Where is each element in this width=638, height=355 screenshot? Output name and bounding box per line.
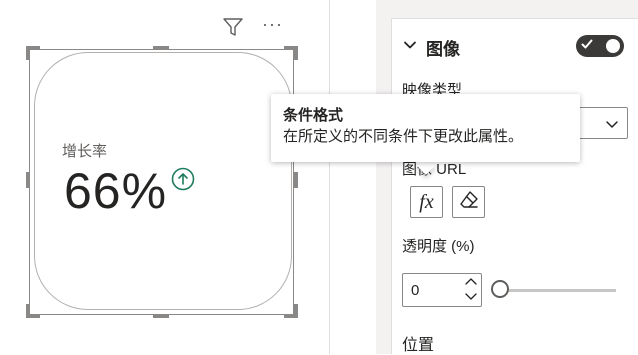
spin-down-icon — [465, 293, 477, 300]
position-label: 位置 — [402, 337, 435, 354]
transparency-slider-track[interactable] — [502, 289, 616, 292]
kpi-label: 增长率 — [62, 143, 108, 160]
section-header-image[interactable]: 图像 — [402, 35, 460, 60]
arrow-up-circle-icon — [171, 167, 195, 191]
resize-handle-bottom[interactable] — [153, 314, 169, 318]
chevron-down-icon[interactable] — [402, 37, 418, 58]
resize-handle-bottom-left[interactable] — [26, 304, 30, 318]
more-options-icon[interactable]: ··· — [262, 15, 283, 33]
format-pane-card: 图像 映像类型 图像 URL fx 透明度 (%) 0 位置 — [391, 18, 638, 354]
eraser-icon — [458, 189, 480, 216]
spin-up-icon — [465, 278, 477, 285]
resize-handle-left[interactable] — [26, 172, 30, 188]
transparency-spinbox[interactable]: 0 — [402, 273, 482, 307]
spin-arrows[interactable] — [464, 276, 478, 302]
pane-divider — [329, 0, 330, 354]
visual-header: ··· — [222, 15, 283, 38]
resize-handle-right[interactable] — [294, 172, 298, 188]
conditional-format-fx-button[interactable]: fx — [410, 186, 443, 218]
resize-handle-top[interactable] — [153, 46, 169, 50]
resize-handle-top-left[interactable] — [26, 46, 30, 60]
transparency-slider-thumb[interactable] — [491, 280, 509, 298]
check-icon — [580, 37, 594, 56]
chevron-down-icon — [603, 115, 621, 138]
resize-handle-top-right[interactable] — [294, 46, 298, 60]
tooltip-body: 在所定义的不同条件下更改此属性。 — [283, 128, 524, 145]
section-toggle[interactable] — [576, 35, 624, 57]
clear-format-button[interactable] — [452, 186, 485, 218]
fx-icon: fx — [419, 190, 434, 213]
tooltip-title: 条件格式 — [283, 107, 344, 124]
kpi-value: 66% — [64, 163, 168, 219]
report-canvas: ··· 增长率 66% — [0, 0, 330, 354]
transparency-value[interactable]: 0 — [411, 282, 419, 299]
tooltip: 条件格式 在所定义的不同条件下更改此属性。 — [271, 94, 580, 162]
toggle-knob — [606, 39, 620, 53]
filter-icon[interactable] — [222, 16, 244, 38]
section-title: 图像 — [426, 40, 460, 59]
resize-handle-bottom-right[interactable] — [294, 304, 298, 318]
transparency-label: 透明度 (%) — [402, 238, 475, 255]
